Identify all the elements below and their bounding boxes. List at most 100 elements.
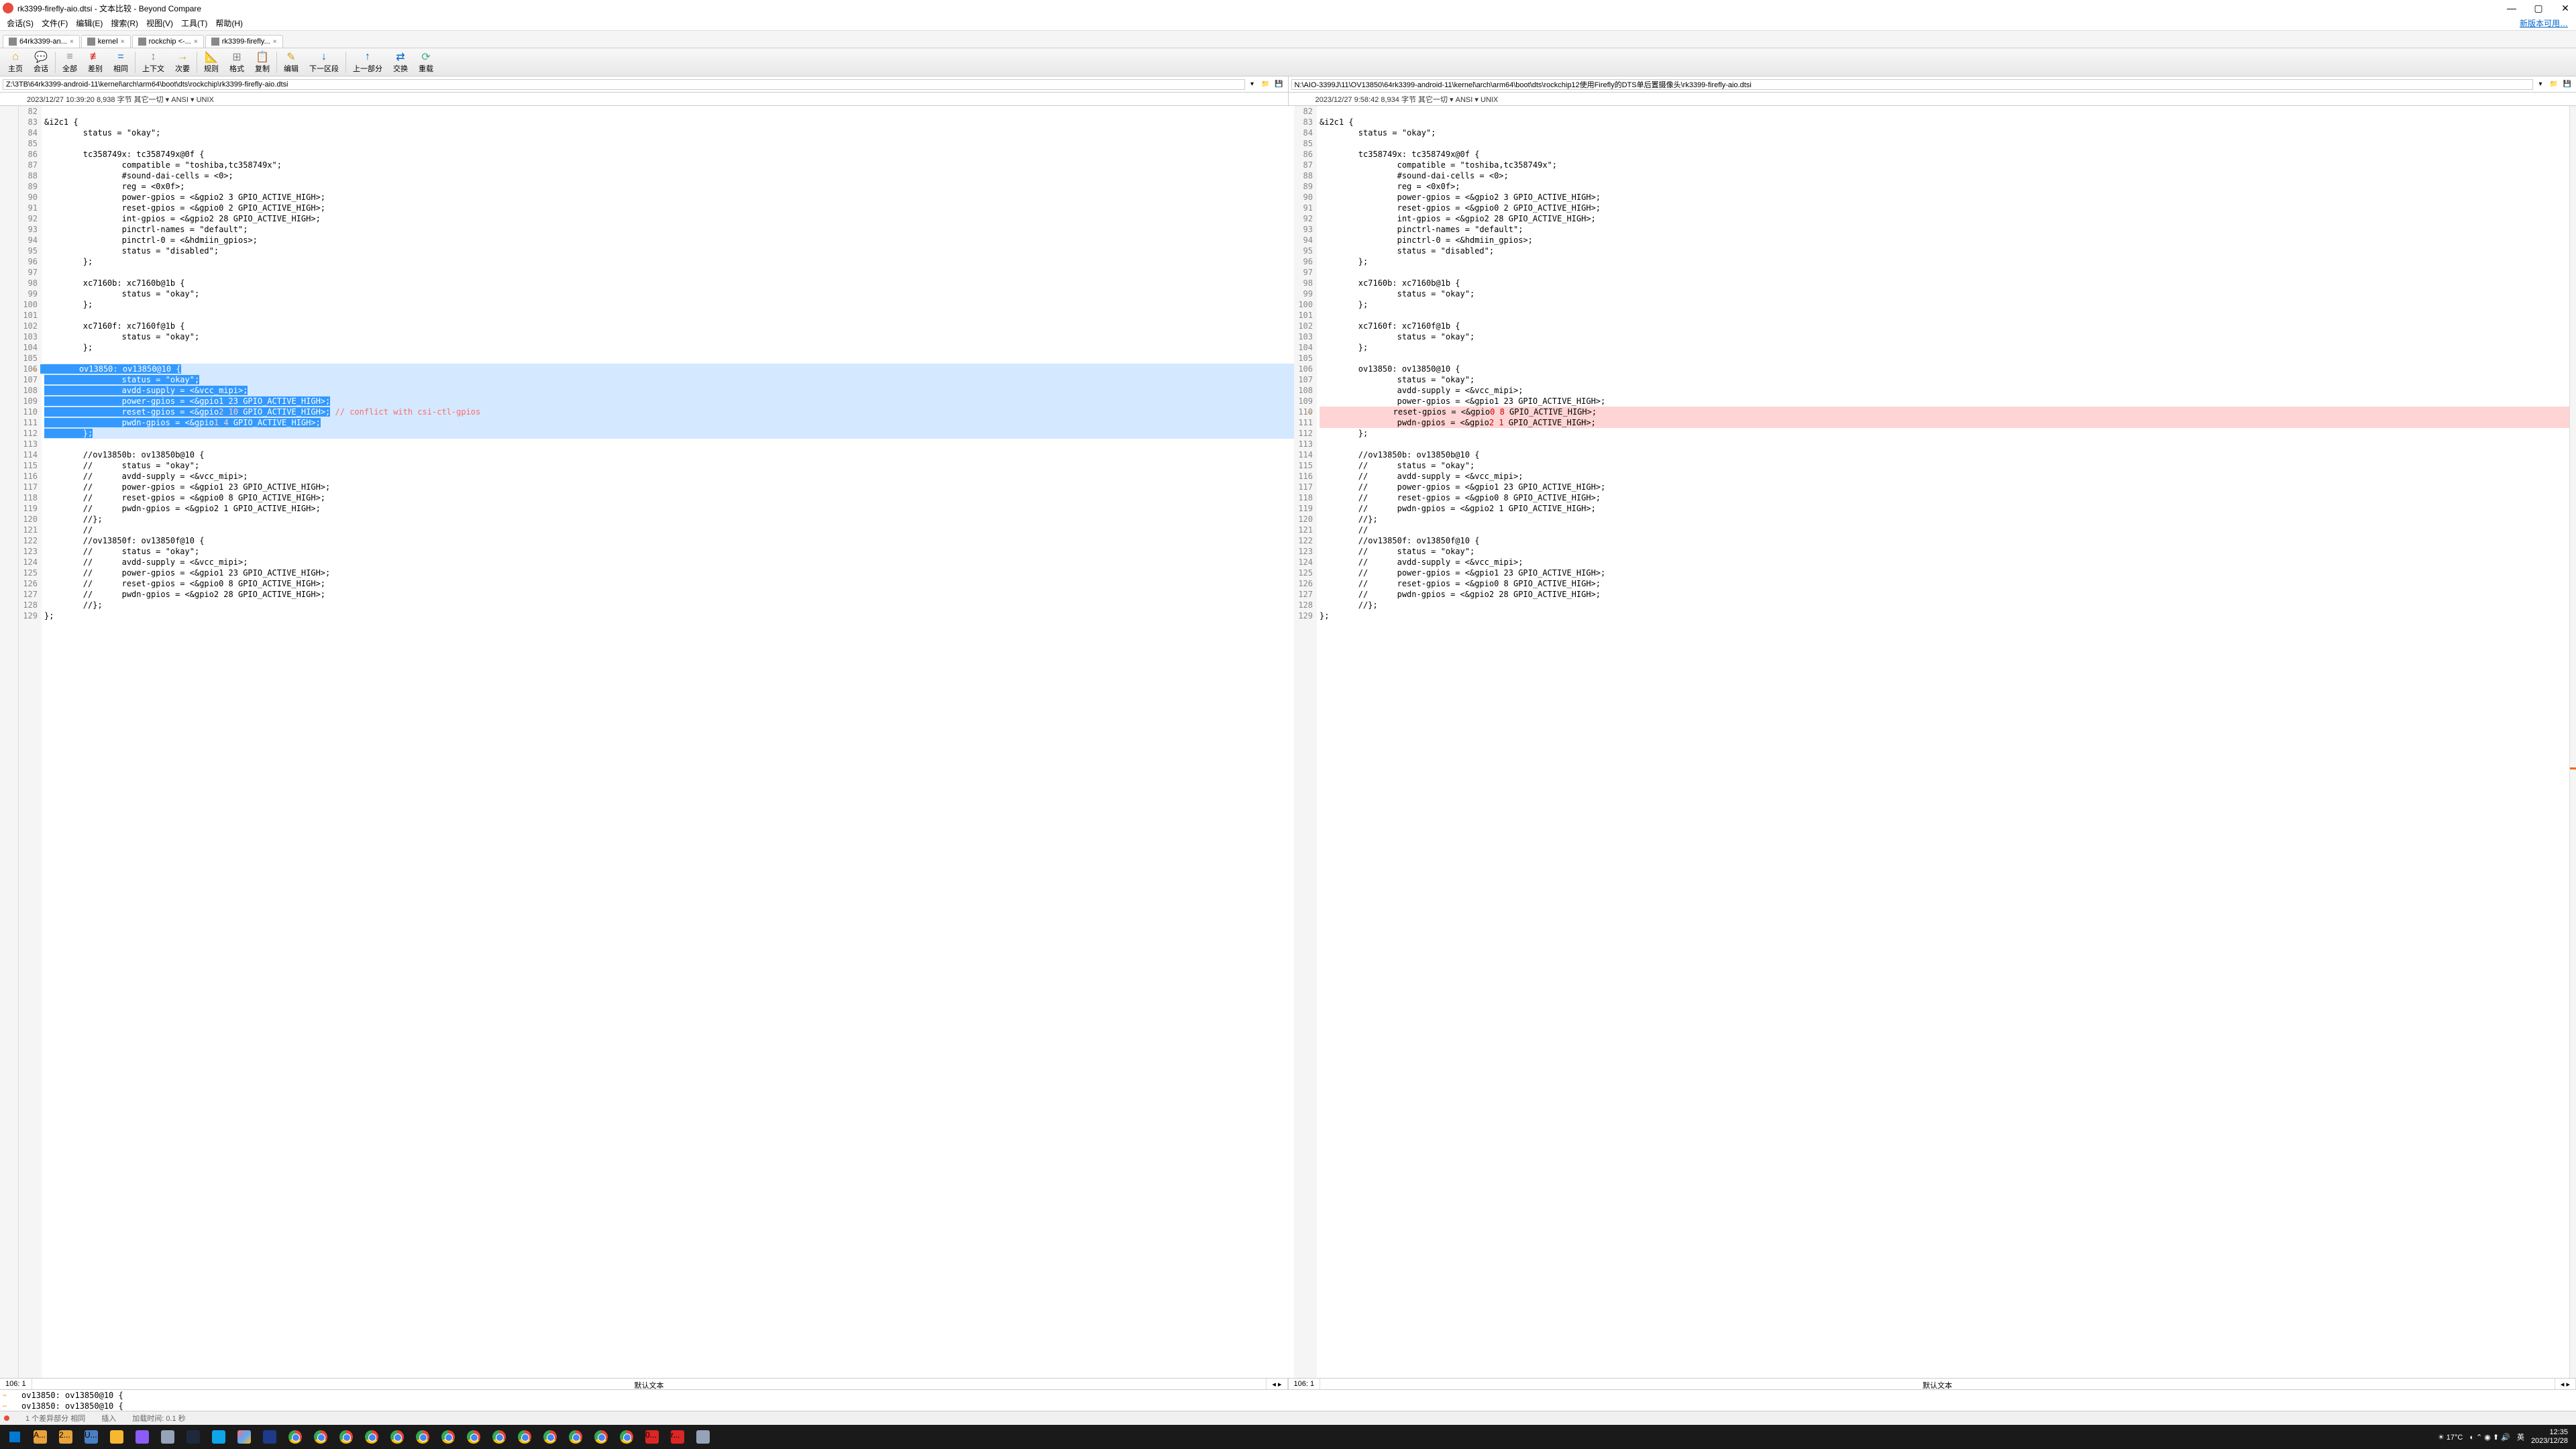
tab-close-icon[interactable]: ×: [70, 38, 74, 46]
taskbar-app[interactable]: [105, 1427, 129, 1447]
taskbar-chrome[interactable]: [283, 1427, 307, 1447]
menu-item[interactable]: 文件(F): [38, 16, 72, 30]
taskbar-app[interactable]: [130, 1427, 154, 1447]
taskbar-app[interactable]: [232, 1427, 256, 1447]
toolbar-icon: →: [176, 51, 189, 63]
taskbar-chrome[interactable]: [334, 1427, 358, 1447]
taskbar-app[interactable]: [691, 1427, 715, 1447]
tab[interactable]: rockchip <-...×: [132, 35, 204, 48]
tab[interactable]: 64rk3399-an...×: [3, 35, 80, 48]
taskbar-app[interactable]: A...: [28, 1427, 52, 1447]
toolbar-button[interactable]: ⟳重载: [413, 50, 439, 75]
menu-item[interactable]: 搜索(R): [107, 16, 142, 30]
toolbar-button[interactable]: ≢差别: [83, 50, 108, 75]
taskbar-app[interactable]: [156, 1427, 180, 1447]
taskbar-chrome[interactable]: [411, 1427, 435, 1447]
taskbar-app[interactable]: 0...: [640, 1427, 664, 1447]
taskbar-app[interactable]: [207, 1427, 231, 1447]
toolbar-label: 次要: [175, 63, 190, 74]
taskbar-chrome[interactable]: [385, 1427, 409, 1447]
right-path-browse-icon[interactable]: 📁: [2548, 78, 2560, 91]
code-area: 8283848586878889909192939495969798991001…: [0, 106, 2576, 1378]
taskbar-chrome[interactable]: [564, 1427, 588, 1447]
toolbar-icon: ⊞: [231, 51, 243, 63]
ime-indicator[interactable]: 英: [2517, 1432, 2524, 1442]
taskbar-app[interactable]: U...: [79, 1427, 103, 1447]
weather-widget[interactable]: ☀ 17°C: [2438, 1433, 2463, 1442]
maximize-button[interactable]: ▢: [2530, 2, 2546, 14]
toolbar-button[interactable]: ↕上下文: [137, 50, 170, 75]
toolbar-button[interactable]: →次要: [170, 50, 195, 75]
taskbar-chrome[interactable]: [360, 1427, 384, 1447]
tray-icons[interactable]: ◐ ⌃ ◉ ⬆ 🔊: [2469, 1433, 2510, 1442]
toolbar-button[interactable]: ≡全部: [57, 50, 83, 75]
taskbar-app[interactable]: [181, 1427, 205, 1447]
taskbar-chrome[interactable]: [309, 1427, 333, 1447]
toolbar-label: 会话: [34, 63, 48, 74]
right-code-pane[interactable]: 8283848586878889909192939495969798991001…: [1294, 106, 2569, 1378]
toolbar-button[interactable]: ↑上一部分: [347, 50, 388, 75]
taskbar-app[interactable]: [258, 1427, 282, 1447]
taskbar-chrome[interactable]: [614, 1427, 639, 1447]
toolbar-button[interactable]: ⇄交换: [388, 50, 413, 75]
menu-item[interactable]: 会话(S): [3, 16, 38, 30]
toolbar-icon: ✎: [285, 51, 297, 63]
left-path-input[interactable]: [3, 79, 1245, 90]
app-icon: [3, 3, 13, 13]
tab-label: kernel: [98, 38, 118, 46]
toolbar-button[interactable]: 💬会话: [28, 50, 54, 75]
taskbar-chrome[interactable]: [538, 1427, 562, 1447]
right-path-save-icon[interactable]: 💾: [2561, 78, 2573, 91]
diff-arrow-icon: ⇨: [1307, 409, 1311, 417]
left-scroll-hint: ◂ ▸: [1267, 1379, 1287, 1389]
toolbar-icon: ↑: [362, 51, 374, 63]
menubar: 会话(S)文件(F)编辑(E)搜索(R)视图(V)工具(T)帮助(H) 新版本可用…: [0, 16, 2576, 31]
right-cursor-pos: 106: 1: [1289, 1379, 1321, 1389]
clock[interactable]: 12:35 2023/12/28: [2531, 1428, 2568, 1446]
taskbar-chrome[interactable]: [462, 1427, 486, 1447]
toolbar-button[interactable]: 📋复制: [250, 50, 275, 75]
taskbar-app[interactable]: r...: [665, 1427, 690, 1447]
system-tray[interactable]: ☀ 17°C ◐ ⌃ ◉ ⬆ 🔊 英 12:35 2023/12/28: [2438, 1428, 2573, 1446]
toolbar-button[interactable]: 📐规则: [199, 50, 224, 75]
left-path-save-icon[interactable]: 💾: [1273, 78, 1285, 91]
taskbar-chrome[interactable]: [513, 1427, 537, 1447]
tab[interactable]: rk3399-firefly...×: [205, 35, 283, 48]
right-path-dropdown[interactable]: ▾: [2534, 78, 2546, 91]
start-button[interactable]: [3, 1427, 27, 1447]
left-path-browse-icon[interactable]: 📁: [1260, 78, 1272, 91]
toolbar-button[interactable]: ✎编辑: [278, 50, 304, 75]
update-link[interactable]: 新版本可用…: [2520, 17, 2573, 29]
taskbar-app[interactable]: 2...: [54, 1427, 78, 1447]
tab-close-icon[interactable]: ×: [194, 38, 198, 46]
tab-close-icon[interactable]: ×: [273, 38, 277, 46]
toolbar-button[interactable]: ↓下一区段: [304, 50, 344, 75]
close-button[interactable]: ✕: [2557, 2, 2573, 14]
menu-item[interactable]: 视图(V): [142, 16, 177, 30]
toolbar-icon: 📋: [256, 51, 268, 63]
tab-close-icon[interactable]: ×: [121, 38, 125, 46]
menu-item[interactable]: 工具(T): [177, 16, 211, 30]
toolbar-label: 交换: [393, 63, 408, 74]
taskbar-chrome[interactable]: [487, 1427, 511, 1447]
left-code-pane[interactable]: 8283848586878889909192939495969798991001…: [19, 106, 1294, 1378]
toolbar-icon: =: [115, 51, 127, 63]
tab-label: 64rk3399-an...: [19, 38, 67, 46]
diff-arrow-icon: ⇨: [32, 366, 36, 374]
toolbar-icon: ↓: [318, 51, 330, 63]
menu-item[interactable]: 编辑(E): [72, 16, 107, 30]
overview-ruler[interactable]: [2569, 106, 2576, 1378]
toolbar-icon: 💬: [35, 51, 47, 63]
toolbar-button[interactable]: ⌂主页: [3, 50, 28, 75]
taskbar-chrome[interactable]: [589, 1427, 613, 1447]
right-path-input[interactable]: [1291, 79, 2534, 90]
menu-item[interactable]: 帮助(H): [211, 16, 247, 30]
diff-list[interactable]: ⇨ ov13850: ov13850@10 { ⇦ ov13850: ov138…: [0, 1390, 2576, 1411]
toolbar-button[interactable]: =相同: [108, 50, 133, 75]
minimize-button[interactable]: —: [2504, 2, 2520, 14]
left-path-dropdown[interactable]: ▾: [1246, 78, 1258, 91]
bottom-status-bar: 1 个差异部分 相同 插入 加载时间: 0.1 秒: [0, 1411, 2576, 1425]
toolbar-button[interactable]: ⊞格式: [224, 50, 250, 75]
taskbar-chrome[interactable]: [436, 1427, 460, 1447]
tab[interactable]: kernel×: [81, 35, 131, 48]
